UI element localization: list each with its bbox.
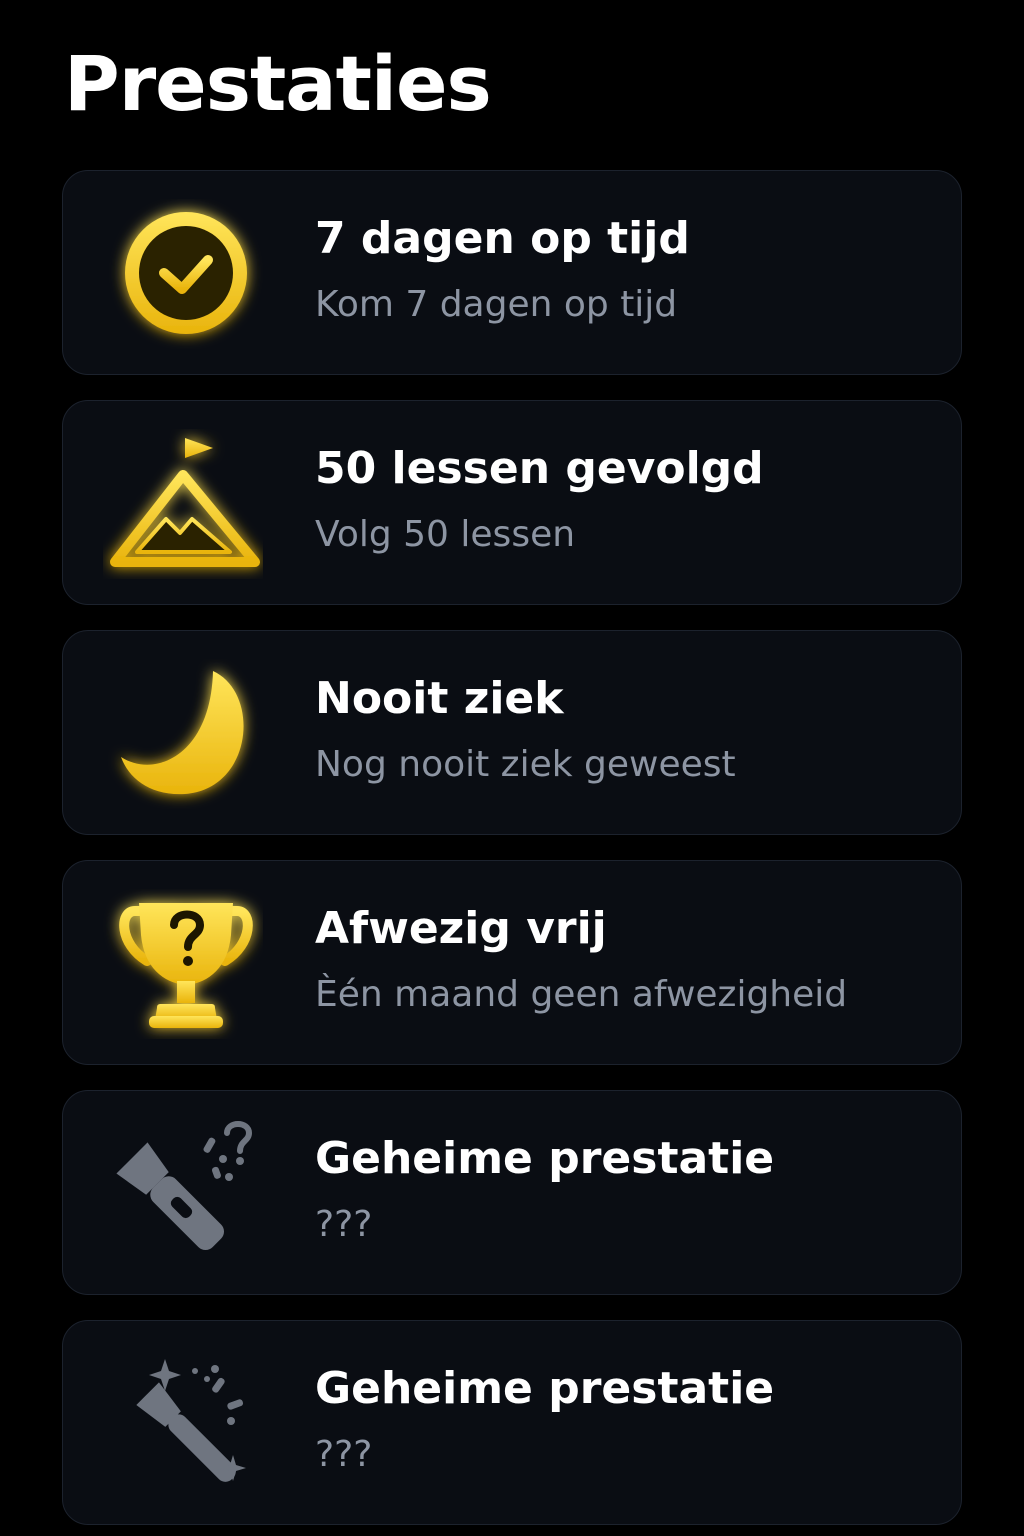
achievement-card[interactable]: 7 dagen op tijd Kom 7 dagen op tijd <box>62 170 962 375</box>
achievement-description: ??? <box>315 1204 373 1245</box>
achievement-description: Nog nooit ziek geweest <box>315 744 736 785</box>
achievement-title: Geheime prestatie <box>315 1133 775 1184</box>
achievement-title: Nooit ziek <box>315 673 564 724</box>
achievement-list: 7 dagen op tijd Kom 7 dagen op tijd 50 l… <box>62 170 962 1525</box>
achievement-title: Afwezig vrij <box>315 903 607 954</box>
achievements-screen: Prestaties 7 dagen op tijd Kom 7 dagen o… <box>0 0 1024 1536</box>
moon-icon <box>121 671 244 795</box>
achievement-description: Èén maand geen afwezigheid <box>315 974 848 1015</box>
achievement-card[interactable]: Afwezig vrij Èén maand geen afwezigheid <box>62 860 962 1065</box>
achievement-title: 7 dagen op tijd <box>315 213 690 264</box>
achievement-card[interactable]: Nooit ziek Nog nooit ziek geweest <box>62 630 962 835</box>
achievement-title: Geheime prestatie <box>315 1363 775 1414</box>
achievement-description: Volg 50 lessen <box>315 514 576 555</box>
achievement-card[interactable]: Geheime prestatie ??? <box>62 1090 962 1295</box>
check-circle-icon <box>125 212 247 334</box>
achievement-card[interactable]: 50 lessen gevolgd Volg 50 lessen <box>62 400 962 605</box>
page-title: Prestaties <box>64 39 492 128</box>
flashlight-question-icon <box>116 1121 253 1251</box>
achievement-title: 50 lessen gevolgd <box>315 443 764 494</box>
magic-wand-icon <box>136 1359 246 1482</box>
achievement-card[interactable]: Geheime prestatie ??? <box>62 1320 962 1525</box>
mountain-flag-icon <box>110 435 260 567</box>
achievement-description: ??? <box>315 1434 373 1475</box>
achievement-description: Kom 7 dagen op tijd <box>315 284 678 325</box>
trophy-question-icon <box>119 903 253 1028</box>
